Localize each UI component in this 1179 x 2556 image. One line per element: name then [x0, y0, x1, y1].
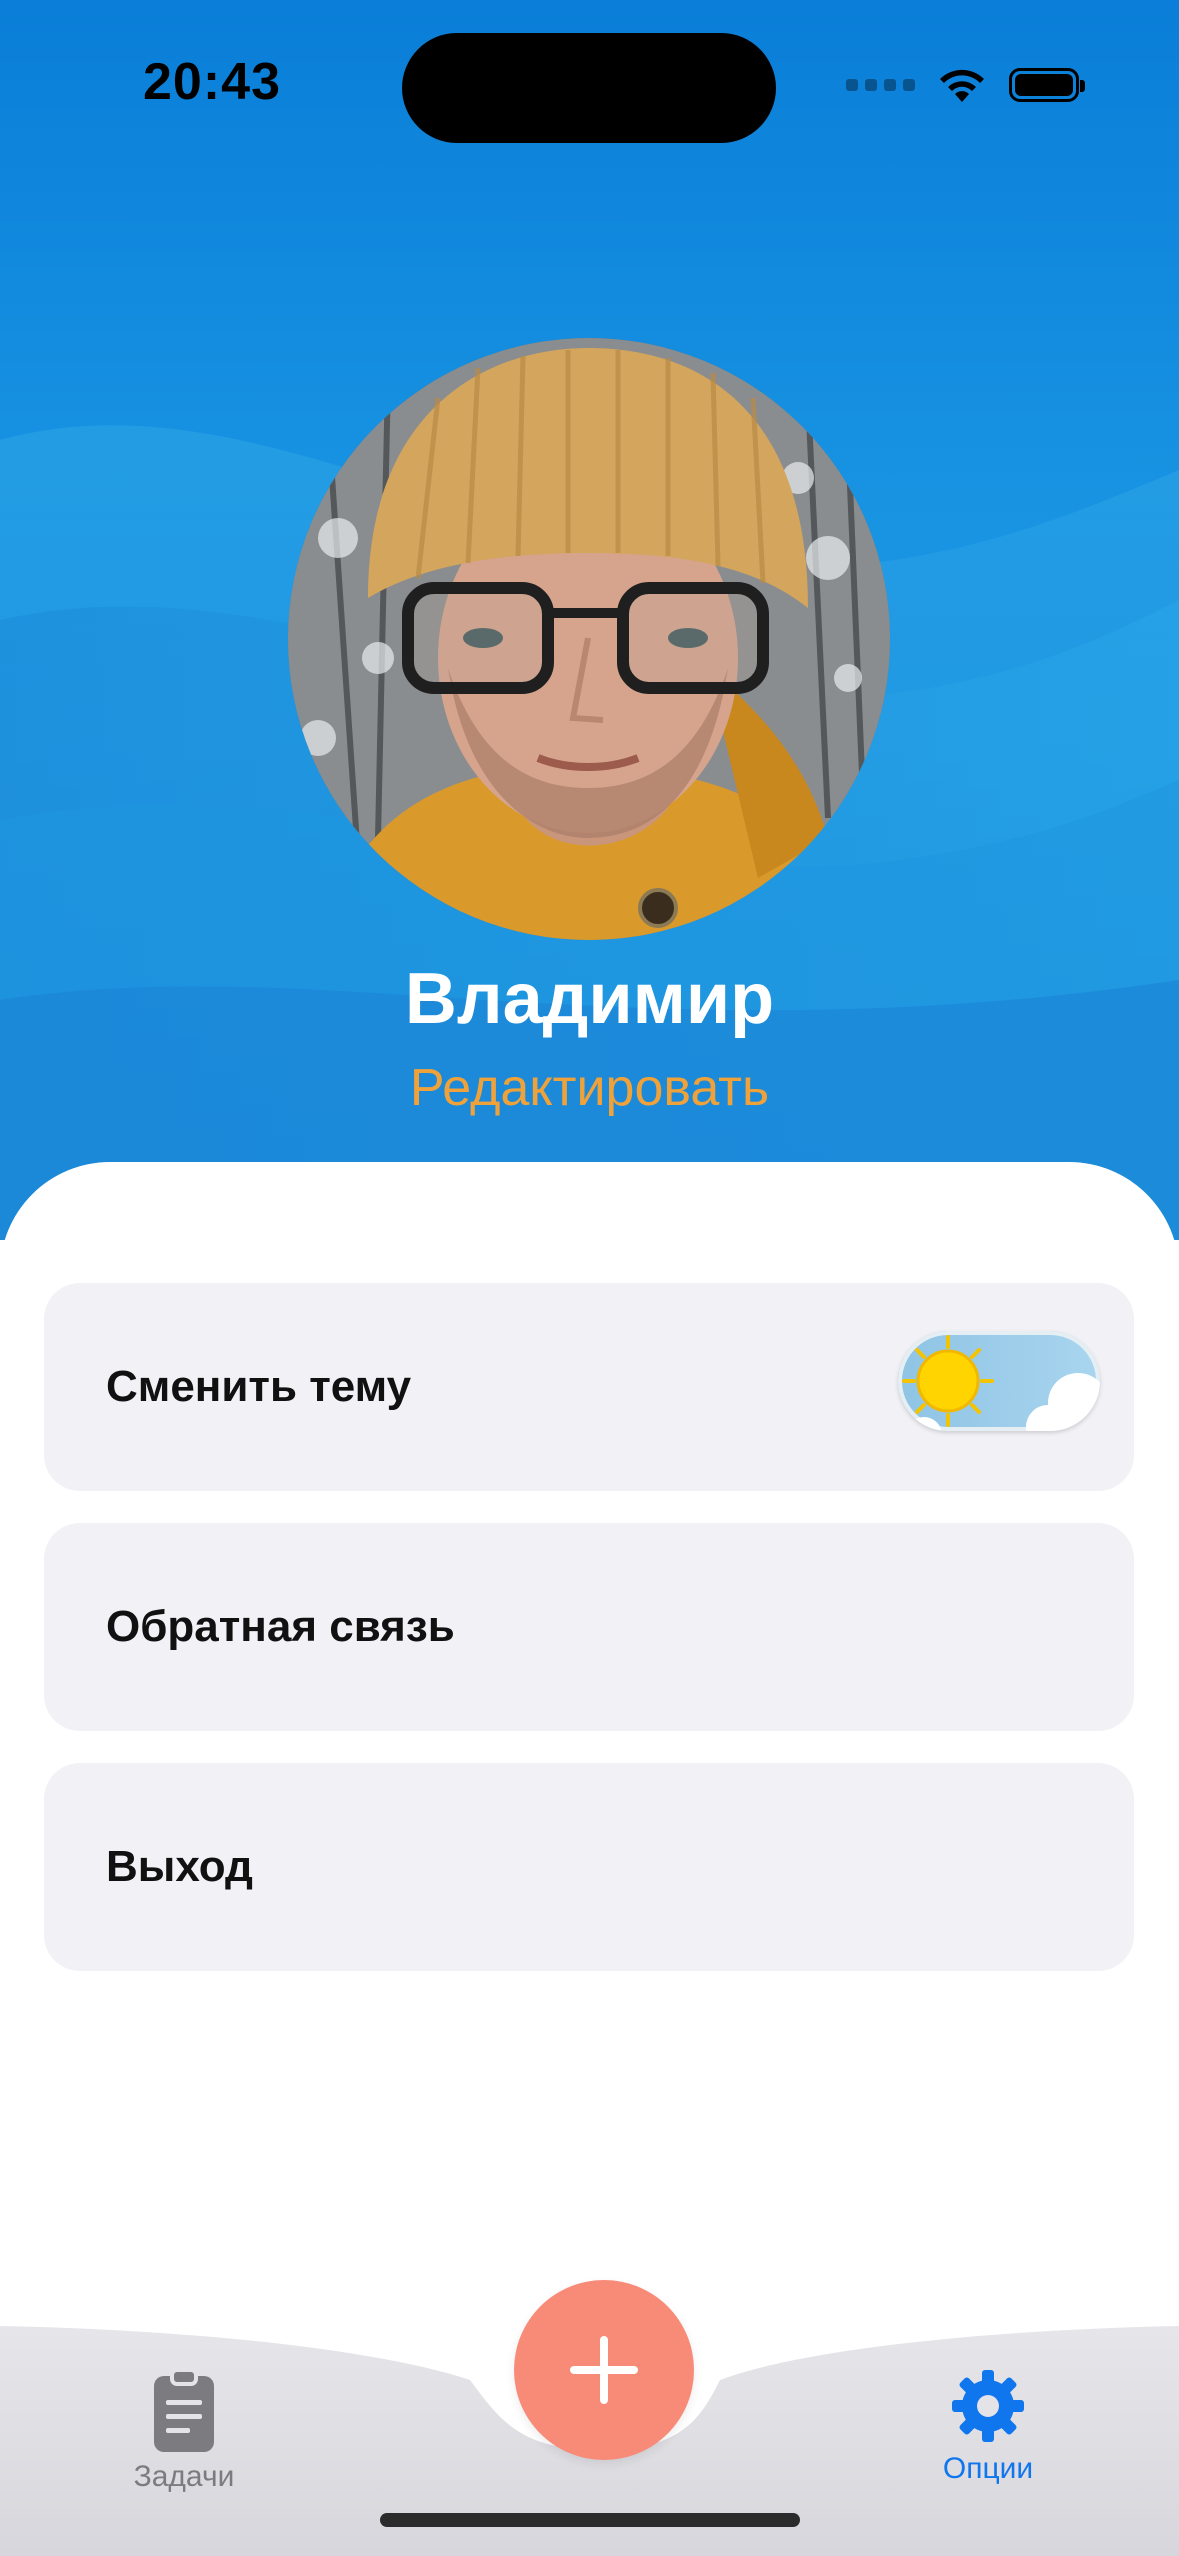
wifi-icon — [940, 69, 984, 102]
settings-row-label: Сменить тему — [106, 1362, 412, 1411]
edit-profile-link[interactable]: Редактировать — [0, 1058, 1179, 1118]
settings-row-theme[interactable]: Сменить тему — [44, 1283, 1134, 1491]
tab-label: Опции — [942, 2452, 1034, 2485]
tab-tasks[interactable]: Задачи — [74, 2368, 294, 2494]
status-indicators — [846, 66, 1085, 104]
tab-options[interactable]: Опции — [878, 2368, 1098, 2486]
sun-icon — [902, 1335, 994, 1427]
add-task-button[interactable] — [514, 2280, 694, 2460]
profile-avatar[interactable] — [288, 338, 890, 940]
settings-row-label: Выход — [106, 1842, 253, 1891]
dynamic-island — [402, 33, 776, 143]
tab-label: Задачи — [133, 2460, 235, 2493]
user-name: Владимир — [404, 959, 775, 1039]
plus-icon — [570, 2336, 638, 2404]
profile-screen: 20:43 Владимир Редактировать Сменить тем… — [0, 0, 1179, 2556]
home-indicator — [380, 2513, 800, 2527]
settings-row-label: Обратная связь — [106, 1602, 455, 1651]
gear-icon — [952, 2370, 1024, 2442]
status-time: 20:43 — [143, 53, 281, 111]
clipboard-icon — [154, 2368, 214, 2452]
theme-toggle[interactable] — [898, 1331, 1100, 1431]
cellular-signal-icon — [846, 79, 915, 91]
settings-row-feedback[interactable]: Обратная связь — [44, 1523, 1134, 1731]
battery-icon — [1009, 68, 1085, 102]
settings-row-logout[interactable]: Выход — [44, 1763, 1134, 1971]
